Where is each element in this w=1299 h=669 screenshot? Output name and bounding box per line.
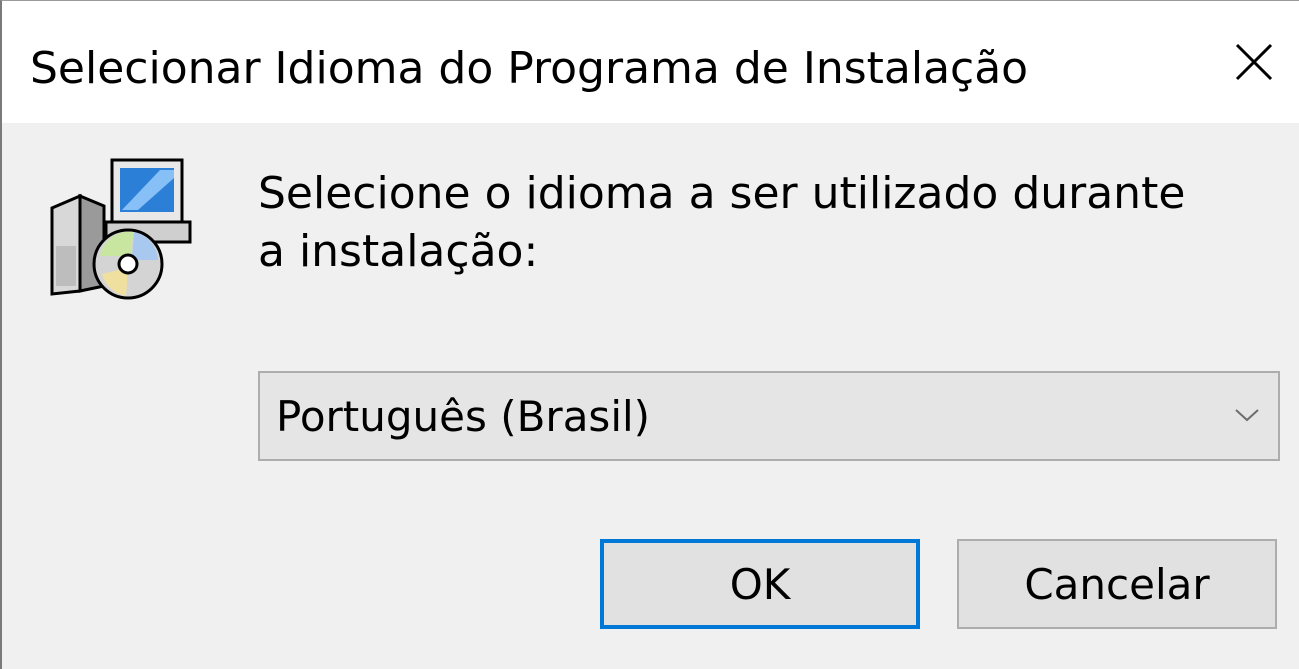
window-title: Selecionar Idioma do Programa de Instala… <box>30 43 1029 94</box>
chevron-down-icon <box>1235 409 1259 422</box>
close-icon <box>1235 43 1273 81</box>
title-bar: Selecionar Idioma do Programa de Instala… <box>2 1 1299 123</box>
language-select-value: Português (Brasil) <box>276 392 651 441</box>
language-select[interactable]: Português (Brasil) <box>258 371 1280 461</box>
instruction-text: Selecione o idioma a ser utilizado duran… <box>258 168 1186 277</box>
setup-language-dialog: Selecionar Idioma do Programa de Instala… <box>0 0 1299 669</box>
setup-installer-icon <box>50 158 192 300</box>
close-button[interactable] <box>1209 1 1299 123</box>
cancel-button[interactable]: Cancelar <box>957 539 1277 629</box>
ok-button[interactable]: OK <box>600 539 920 629</box>
